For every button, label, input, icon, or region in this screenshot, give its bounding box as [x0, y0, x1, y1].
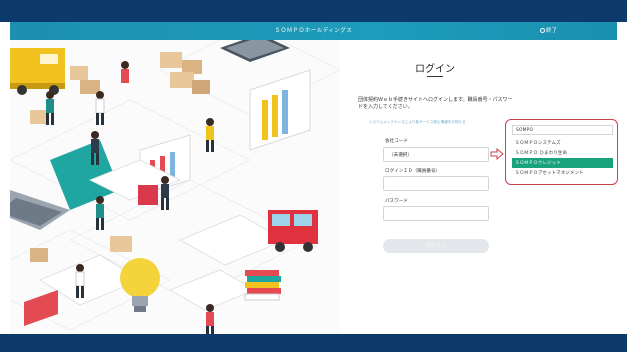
password-input[interactable]	[383, 206, 489, 221]
login-description: 団体契約Ｗｅｂ手続きサイトへログインします。職員番号・パスワードを入力してくださ…	[358, 97, 513, 110]
company-code-label: 会社コード	[385, 139, 408, 144]
logout-label: 終了	[545, 28, 557, 34]
maintenance-notice-link[interactable]: システムメンテナンスにより各サービス停止情報をお知らせ	[369, 120, 466, 125]
dropdown-option-highlighted[interactable]: ＳＯＭＰＯクレジット	[512, 158, 613, 168]
dropdown-option[interactable]: ＳＯＭＰＯ ひまわり生命	[512, 148, 613, 158]
screenshot-frame: ＳＯＭＰＯホールディングス 終了 ログイン 団体契約Ｗｅｂ手続きサイトへログイン…	[0, 0, 627, 352]
dropdown-selected-value[interactable]: SOMPO	[512, 125, 613, 135]
bottom-frame-band	[0, 334, 627, 352]
employee-id-input[interactable]	[383, 176, 489, 191]
employee-id-label: ログインＩＤ（職員番号）	[385, 169, 441, 174]
isometric-office-illustration	[10, 40, 340, 334]
dropdown-option[interactable]: ＳＯＭＰＯシステムズ	[512, 138, 613, 148]
page-title: ログイン	[415, 64, 455, 75]
company-dropdown-callout: SOMPO ＳＯＭＰＯシステムズ ＳＯＭＰＯ ひまわり生命 ＳＯＭＰＯクレジット…	[505, 119, 618, 185]
login-button[interactable]: ログイン	[383, 239, 489, 253]
logout-button[interactable]: 終了	[539, 26, 557, 34]
title-underline	[427, 76, 443, 77]
right-arrow-icon	[490, 148, 504, 160]
app-header: ＳＯＭＰＯホールディングス 終了	[10, 22, 617, 40]
login-form: ログイン 団体契約Ｗｅｂ手続きサイトへログインします。職員番号・パスワードを入力…	[355, 40, 515, 334]
password-label: パスワード	[385, 199, 408, 204]
dropdown-option[interactable]: ＳＯＭＰＯアセットマネジメント	[512, 168, 613, 178]
power-icon	[539, 28, 545, 33]
company-code-select[interactable]: （未選択）	[383, 147, 489, 162]
top-frame-band	[0, 0, 627, 22]
hero-illustration	[10, 40, 340, 334]
header-title: ＳＯＭＰＯホールディングス	[274, 28, 353, 34]
